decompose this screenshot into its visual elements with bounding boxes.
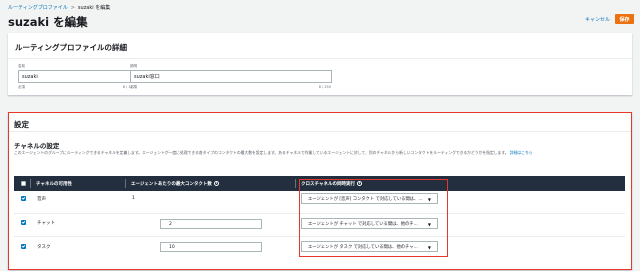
details-panel: ルーティングプロファイルの詳細 名前 suzaki 必須 6 / 127 説明 … xyxy=(8,33,632,95)
task-max-contacts-input[interactable]: 10 xyxy=(160,242,262,252)
column-separator xyxy=(30,179,31,188)
name-label: 名前 xyxy=(18,64,25,68)
channels-description: このエージェントのグループにルーティングできるチャネルを定義します。エージェント… xyxy=(14,150,626,156)
column-header-max-contacts-label: エージェントあたりの最大コンタクト数 xyxy=(131,181,212,187)
breadcrumb: ルーティングプロファイル > suzaki を編集 xyxy=(8,4,110,11)
name-hint: 必須 xyxy=(18,85,25,89)
learn-more-link[interactable]: 詳細はこちら xyxy=(510,150,533,155)
cancel-button[interactable]: キャンセル xyxy=(585,16,610,23)
channel-name-chat: チャット xyxy=(37,221,55,226)
name-input[interactable]: suzaki xyxy=(18,70,135,83)
details-header: ルーティングプロファイルの詳細 xyxy=(15,43,128,52)
description-char-count: 8 / 250 xyxy=(318,85,331,89)
channels-title: チャネルの設定 xyxy=(14,142,60,150)
breadcrumb-separator: > xyxy=(70,5,75,11)
channel-name-task: タスク xyxy=(37,245,51,250)
column-separator xyxy=(295,179,296,188)
task-checkbox[interactable] xyxy=(21,244,26,249)
breadcrumb-link-routing-profiles[interactable]: ルーティングプロファイル xyxy=(8,5,68,11)
voice-max-contacts: 1 xyxy=(132,196,135,201)
column-separator xyxy=(125,179,126,188)
breadcrumb-current: suzaki を編集 xyxy=(77,5,111,11)
select-all-checkbox[interactable] xyxy=(21,181,26,186)
save-button[interactable]: 保存 xyxy=(615,14,634,24)
voice-checkbox[interactable] xyxy=(21,196,26,201)
description-input[interactable]: suzaki窓口 xyxy=(130,70,332,83)
settings-title: 設定 xyxy=(14,120,29,129)
details-divider xyxy=(8,58,632,59)
column-header-availability: チャネルの可用性 xyxy=(36,181,72,187)
chat-max-contacts-input[interactable]: 2 xyxy=(160,219,262,229)
description-hint: 必須 xyxy=(130,85,137,89)
settings-divider xyxy=(9,131,631,132)
highlight-box xyxy=(299,179,448,257)
description-label: 説明 xyxy=(130,64,137,68)
channel-name-voice: 音声 xyxy=(37,197,46,202)
column-header-max-contacts: エージェントあたりの最大コンタクト数 i xyxy=(131,176,219,191)
info-icon[interactable]: i xyxy=(213,181,219,186)
channels-description-text: このエージェントのグループにルーティングできるチャネルを定義します。エージェント… xyxy=(14,150,509,155)
chat-checkbox[interactable] xyxy=(21,220,26,225)
page-title: suzaki を編集 xyxy=(8,15,88,29)
